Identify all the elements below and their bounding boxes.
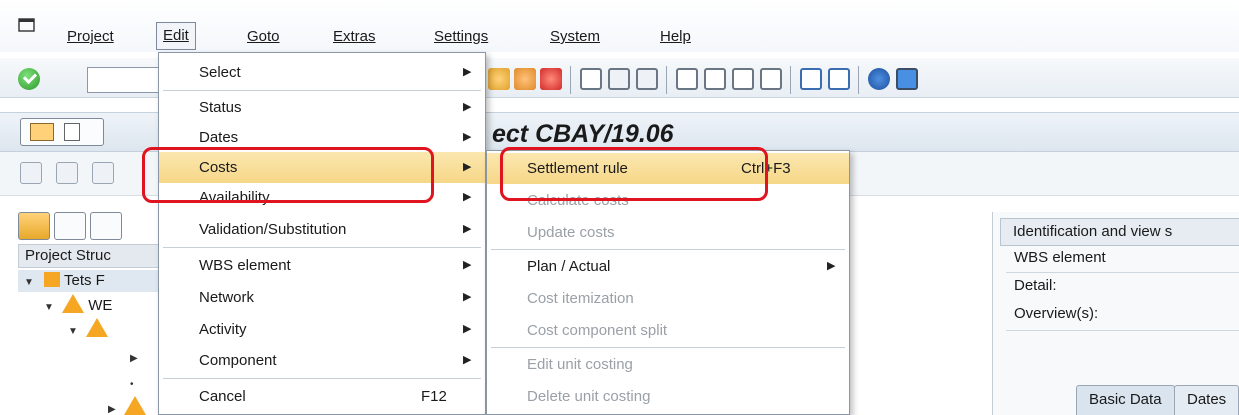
tree-row-label: Tets F — [63, 272, 105, 289]
display-change-icon[interactable] — [20, 162, 42, 184]
cancel-icon[interactable] — [540, 68, 562, 90]
warning-icon — [123, 396, 146, 415]
identification-header: Identification and view s — [1000, 218, 1239, 246]
settlement-rule-callout — [500, 147, 768, 201]
menu-item-label: Cost itemization — [527, 290, 634, 307]
first-page-icon[interactable] — [676, 68, 698, 90]
divider — [1006, 272, 1239, 273]
exit-icon[interactable] — [488, 68, 510, 90]
wbs-element-label: WBS element — [1014, 249, 1106, 266]
warning-icon — [62, 294, 85, 313]
structure-icon[interactable] — [56, 162, 78, 184]
menu-item-label: Component — [199, 352, 277, 369]
menu-item-label: Delete unit costing — [527, 388, 651, 405]
dropdown-icon — [64, 123, 80, 141]
last-page-icon[interactable] — [760, 68, 782, 90]
menu-item-label: Update costs — [527, 224, 615, 241]
menu-system[interactable]: System — [550, 24, 600, 50]
menu-item-label: Validation/Substitution — [199, 221, 347, 238]
menu-settings[interactable]: Settings — [434, 24, 488, 50]
page-title: ect CBAY/19.06 — [492, 120, 674, 148]
menu-item-cost-itemization[interactable]: Cost itemization — [487, 283, 849, 314]
menu-item-cost-component-split[interactable]: Cost component split — [487, 315, 849, 346]
menu-item-network[interactable]: Network ▶ — [159, 282, 485, 313]
next-page-icon[interactable] — [732, 68, 754, 90]
toolbar-separator — [790, 66, 791, 94]
new-document-icon[interactable] — [54, 212, 86, 240]
project-icon — [44, 272, 61, 287]
menu-item-edit-unit-costing[interactable]: Edit unit costing — [487, 349, 849, 380]
shortcut-text: F12 — [421, 388, 447, 405]
menu-project[interactable]: Project — [67, 24, 114, 50]
menu-item-activity[interactable]: Activity ▶ — [159, 314, 485, 345]
menu-item-label: Plan / Actual — [527, 258, 611, 275]
warning-icon — [86, 318, 109, 337]
menu-item-label: Select — [199, 64, 241, 81]
menu-separator — [491, 249, 845, 250]
menu-extras[interactable]: Extras — [333, 24, 376, 50]
submenu-arrow-icon: ▶ — [463, 259, 472, 271]
submenu-arrow-icon: ▶ — [463, 101, 472, 113]
tree-options-icon[interactable] — [90, 212, 122, 240]
toolbar-separator — [570, 66, 571, 94]
menu-edit[interactable]: Edit — [156, 22, 196, 50]
menu-item-label: Cost component split — [527, 322, 668, 339]
tree-row-label: WE — [88, 297, 113, 314]
toolbar-separator — [858, 66, 859, 94]
menu-item-label: Cancel — [199, 388, 246, 405]
toolbar-separator — [666, 66, 667, 94]
toolbar-more-icon[interactable] — [92, 162, 114, 184]
submenu-arrow-icon: ▶ — [463, 354, 472, 366]
menu-goto[interactable]: Goto — [247, 24, 280, 50]
tab-basic-data[interactable]: Basic Data — [1076, 385, 1175, 415]
submenu-arrow-icon: ▶ — [463, 291, 472, 303]
open-folder-icon[interactable] — [18, 212, 50, 240]
edit-menu: Select ▶ Status ▶ Dates ▶ Costs ▶ Availa… — [158, 52, 486, 415]
back-icon[interactable] — [514, 68, 536, 90]
find-icon[interactable] — [608, 68, 630, 90]
detail-label: Detail: — [1014, 277, 1057, 294]
menu-help[interactable]: Help — [660, 24, 691, 50]
submenu-arrow-icon: ▶ — [463, 223, 472, 235]
print-icon[interactable] — [580, 68, 602, 90]
menu-separator — [163, 90, 481, 91]
submenu-arrow-icon: ▶ — [463, 191, 472, 203]
menu-separator — [163, 247, 481, 248]
menu-separator — [491, 347, 845, 348]
menu-item-plan-actual[interactable]: Plan / Actual ▶ — [487, 251, 849, 282]
menu-item-label: Edit unit costing — [527, 356, 633, 373]
help-icon[interactable] — [868, 68, 890, 90]
menu-item-label: Network — [199, 289, 255, 306]
tab-dates[interactable]: Dates — [1174, 385, 1239, 415]
previous-page-icon[interactable] — [704, 68, 726, 90]
submenu-arrow-icon: ▶ — [827, 260, 836, 272]
overview-label: Overview(s): — [1014, 305, 1099, 322]
menu-item-delete-unit-costing[interactable]: Delete unit costing — [487, 381, 849, 412]
menu-icon[interactable] — [18, 18, 35, 32]
submenu-arrow-icon: ▶ — [463, 161, 472, 173]
project-icon — [30, 123, 54, 141]
menu-item-wbs-element[interactable]: WBS element ▶ — [159, 250, 485, 281]
costs-callout — [142, 147, 434, 203]
divider — [1006, 330, 1239, 331]
menu-item-component[interactable]: Component ▶ — [159, 345, 485, 376]
submenu-arrow-icon: ▶ — [463, 66, 472, 78]
menu-item-label: Status — [199, 99, 242, 116]
enter-icon[interactable] — [18, 68, 40, 90]
menu-item-label: Activity — [199, 321, 247, 338]
layout-menu-icon[interactable] — [896, 68, 918, 90]
menu-item-select[interactable]: Select ▶ — [159, 57, 485, 88]
menu-item-status[interactable]: Status ▶ — [159, 92, 485, 123]
command-field[interactable] — [87, 67, 167, 93]
menu-separator — [163, 378, 481, 379]
submenu-arrow-icon: ▶ — [463, 323, 472, 335]
menu-item-update-costs[interactable]: Update costs — [487, 217, 849, 248]
new-session-icon[interactable] — [800, 68, 822, 90]
menu-item-validation-substitution[interactable]: Validation/Substitution ▶ — [159, 214, 485, 245]
find-next-icon[interactable] — [636, 68, 658, 90]
menu-item-cancel[interactable]: Cancel F12 — [159, 381, 485, 412]
menu-item-label: WBS element — [199, 257, 291, 274]
submenu-arrow-icon: ▶ — [463, 131, 472, 143]
shortcut-icon[interactable] — [828, 68, 850, 90]
